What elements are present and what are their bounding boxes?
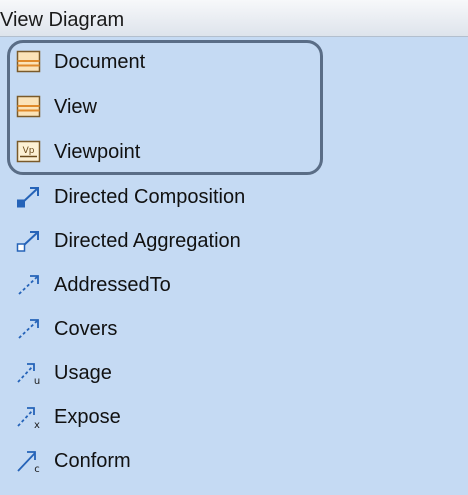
- viewpoint-icon: Vp: [16, 140, 42, 164]
- palette-item-directed-aggregation[interactable]: Directed Aggregation: [0, 221, 400, 261]
- view-icon: [16, 95, 42, 119]
- svg-text:u: u: [34, 376, 40, 385]
- conform-icon: c: [16, 449, 42, 473]
- directed-composition-icon: [16, 185, 42, 209]
- svg-text:x: x: [34, 420, 40, 429]
- palette-item-directed-composition[interactable]: Directed Composition: [0, 177, 400, 217]
- usage-icon: u: [16, 361, 42, 385]
- palette-item-label: Covers: [54, 318, 118, 340]
- expose-icon: x: [16, 405, 42, 429]
- palette-item-view[interactable]: View: [0, 87, 400, 127]
- palette-header[interactable]: View Diagram: [0, 0, 468, 37]
- palette-item-usage[interactable]: u Usage: [0, 353, 400, 393]
- svg-text:Vp: Vp: [23, 146, 35, 156]
- dependency-icon: [16, 317, 42, 341]
- palette-item-label: Expose: [54, 406, 121, 428]
- palette-item-label: Conform: [54, 450, 131, 472]
- palette-item-conform[interactable]: c Conform: [0, 441, 400, 481]
- palette-item-label: Document: [54, 51, 146, 73]
- palette-item-expose[interactable]: x Expose: [0, 397, 400, 437]
- directed-aggregation-icon: [16, 229, 42, 253]
- svg-text:c: c: [34, 464, 40, 473]
- palette-item-label: View: [54, 96, 97, 118]
- palette-item-label: Directed Aggregation: [54, 230, 241, 252]
- palette-item-label: AddressedTo: [54, 274, 171, 296]
- palette-item-label: Viewpoint: [54, 141, 141, 163]
- palette-item-addressedto[interactable]: AddressedTo: [0, 265, 400, 305]
- palette-item-label: Directed Composition: [54, 186, 246, 208]
- dependency-icon: [16, 273, 42, 297]
- palette-item-label: Usage: [54, 362, 112, 384]
- document-icon: [16, 50, 42, 74]
- palette-title: View Diagram: [0, 9, 125, 31]
- palette-item-covers[interactable]: Covers: [0, 309, 400, 349]
- palette-item-viewpoint[interactable]: Vp Viewpoint: [0, 132, 400, 172]
- palette-item-document[interactable]: Document: [0, 42, 400, 82]
- palette-panel: View Diagram Document View Vp Viewpoint …: [0, 0, 468, 495]
